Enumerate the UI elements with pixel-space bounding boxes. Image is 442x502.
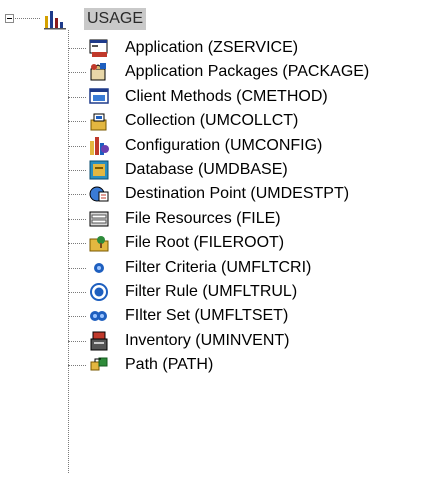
- tree-item[interactable]: Filter Criteria (UMFLTCRI): [0, 256, 442, 280]
- file-root-icon: [89, 236, 109, 252]
- package-icon: [90, 63, 106, 81]
- tree-item-label: FIlter Set (UMFLTSET): [125, 307, 289, 325]
- tree-connector: [68, 340, 86, 342]
- database-icon: [89, 160, 109, 180]
- tree-item-label: Destination Point (UMDESTPT): [125, 185, 350, 203]
- configuration-icon: [90, 136, 109, 155]
- tree-connector: [68, 316, 86, 318]
- tree-item-label: Database (UMDBASE): [125, 161, 288, 178]
- tree-item[interactable]: FIlter Set (UMFLTSET): [0, 304, 442, 328]
- tree-item[interactable]: Destination Point (UMDESTPT): [0, 182, 442, 206]
- filter-criteria-icon: [94, 262, 104, 273]
- tree-connector: [68, 145, 86, 147]
- tree-item-label: Client Methods (CMETHOD): [125, 87, 328, 105]
- tree-item[interactable]: Configuration (UMCONFIG): [0, 134, 442, 158]
- bar-chart-icon: [44, 11, 66, 30]
- path-icon: [90, 357, 108, 371]
- tree-item-label: Application (ZSERVICE): [125, 39, 299, 56]
- tree-connector: [68, 194, 86, 196]
- filter-rule-icon: [90, 283, 108, 301]
- tree-view: USAGE Application (ZSERVICE) Application …: [0, 0, 442, 502]
- filter-set-icon: [90, 311, 107, 322]
- file-resources-icon: [89, 211, 109, 227]
- tree-root-label[interactable]: USAGE: [84, 8, 147, 30]
- tree-item[interactable]: File Resources (FILE): [0, 207, 442, 231]
- tree-item[interactable]: Application Packages (PACKAGE): [0, 60, 442, 84]
- tree-item[interactable]: Application (ZSERVICE): [0, 36, 442, 60]
- tree-item-label: File Root (FILEROOT): [125, 234, 285, 252]
- tree-item-label: Collection (UMCOLLCT): [125, 112, 299, 130]
- tree-item-label: Filter Rule (UMFLTRUL): [125, 283, 298, 300]
- tree-item[interactable]: Collection (UMCOLLCT): [0, 109, 442, 133]
- tree-connector: [68, 96, 86, 98]
- collapse-toggle[interactable]: [5, 14, 14, 23]
- tree-item[interactable]: File Root (FILEROOT): [0, 231, 442, 255]
- destination-point-icon: [89, 186, 109, 202]
- tree-connector: [68, 218, 86, 220]
- client-methods-icon: [89, 88, 109, 104]
- tree-item-label: Inventory (UMINVENT): [125, 331, 290, 349]
- tree-connector: [68, 72, 86, 74]
- tree-item-label: Application Packages (PACKAGE): [125, 63, 370, 81]
- tree-connector: [68, 170, 86, 171]
- tree-connector: [68, 292, 86, 293]
- tree-item[interactable]: Path (PATH): [0, 353, 442, 377]
- tree-item[interactable]: Filter Rule (UMFLTRUL): [0, 280, 442, 304]
- tree-connector: [68, 243, 86, 245]
- tree-connector: [68, 121, 86, 123]
- tree-connector: [15, 18, 40, 19]
- tree-item-label: Path (PATH): [125, 356, 214, 374]
- collection-icon: [90, 113, 107, 131]
- tree-connector: [68, 267, 86, 269]
- application-icon: [89, 39, 108, 57]
- tree-item-label: File Resources (FILE): [125, 209, 281, 227]
- tree-item[interactable]: Client Methods (CMETHOD): [0, 85, 442, 109]
- tree-item-label: Configuration (UMCONFIG): [125, 136, 323, 154]
- inventory-icon: [90, 331, 108, 351]
- tree-connector: [68, 365, 86, 367]
- tree-item[interactable]: Inventory (UMINVENT): [0, 329, 442, 353]
- tree-connector: [68, 48, 86, 49]
- tree-item[interactable]: Database (UMDBASE): [0, 158, 442, 182]
- tree-item-label: Filter Criteria (UMFLTCRI): [125, 258, 312, 276]
